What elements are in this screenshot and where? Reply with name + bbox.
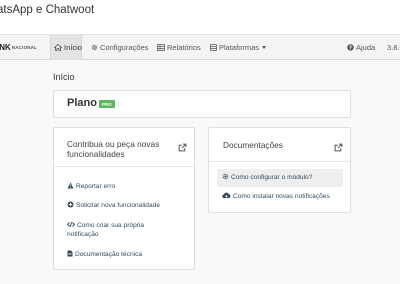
report-bug-link[interactable]: Reportar erro	[67, 182, 115, 192]
gear-icon	[91, 43, 100, 52]
contribute-panel: Contribua ou peça novas funcionalidades …	[53, 127, 195, 270]
install-notifications-link[interactable]: Como instalar novas notificações	[222, 192, 330, 202]
brand-logo[interactable]: INKNACIONAL	[0, 43, 37, 52]
plan-badge: PRO	[99, 100, 115, 108]
documentation-heading: Documentações	[223, 140, 283, 150]
plus-circle-icon	[67, 201, 76, 209]
page-title: Início	[53, 72, 75, 82]
documentation-panel: Documentações Como configurar o módulo? …	[208, 127, 351, 213]
brand-subtitle: NACIONAL	[11, 45, 38, 51]
link-label: Documentação técnica	[75, 251, 143, 258]
configure-module-link[interactable]: Como configurar o módulo?	[217, 169, 343, 187]
request-feature-link[interactable]: Solicitar nova funcionalidade	[67, 201, 160, 211]
help-link[interactable]: ? Ajuda	[347, 35, 375, 60]
nav-item-relatorios[interactable]: Relatórios	[157, 35, 201, 60]
svg-text:?: ?	[349, 45, 352, 51]
nav-item-label: Relatórios	[167, 43, 201, 52]
panel-divider	[54, 166, 194, 167]
database-icon	[210, 43, 219, 52]
table-icon	[157, 43, 167, 52]
nav-item-inicio[interactable]: Início	[50, 35, 82, 60]
plan-panel: Plano PRO	[53, 90, 351, 118]
link-label-line2: notificação	[67, 230, 99, 238]
technical-docs-link[interactable]: Documentação técnica	[67, 250, 142, 260]
create-notification-link[interactable]: Como criar sua própria notificação	[66, 221, 145, 239]
gear-icon	[222, 173, 231, 181]
link-label: Solicitar nova funcionalidade	[76, 202, 160, 209]
file-icon	[67, 250, 75, 258]
question-circle-icon: ?	[347, 43, 356, 52]
plan-title: Plano	[67, 97, 97, 109]
external-link-icon[interactable]	[334, 139, 343, 157]
nav-item-label: Início	[64, 43, 82, 52]
app-title: atsApp e Chatwoot	[0, 4, 95, 16]
brand-name: INK	[0, 43, 11, 52]
nav-item-configuracoes[interactable]: Configurações	[91, 35, 148, 60]
link-label-line1: Como criar sua própria	[77, 222, 145, 229]
nav-item-label: Configurações	[100, 43, 149, 52]
app-title-bar: atsApp e Chatwoot	[0, 0, 400, 34]
nav-item-label: Plataformas	[219, 43, 260, 52]
help-label: Ajuda	[356, 43, 376, 52]
contribute-heading: Contribua ou peça novas funcionalidades	[67, 139, 159, 159]
chevron-down-icon	[262, 46, 267, 49]
code-icon	[66, 221, 77, 229]
external-link-icon[interactable]	[178, 139, 187, 157]
cloud-download-icon	[222, 192, 233, 200]
link-label: Como instalar novas notificações	[233, 193, 330, 200]
link-label: Reportar erro	[76, 183, 116, 190]
warning-icon	[67, 182, 76, 190]
top-navbar: INKNACIONAL Início Configurações Relatór…	[0, 34, 400, 60]
panel-divider	[209, 161, 350, 162]
link-label: Como configurar o módulo?	[231, 174, 313, 181]
home-icon	[53, 43, 64, 52]
version-label: 3.8.0	[387, 43, 400, 52]
nav-item-plataformas[interactable]: Plataformas	[210, 35, 267, 60]
contribute-heading-line2: funcionalidades	[67, 148, 125, 159]
